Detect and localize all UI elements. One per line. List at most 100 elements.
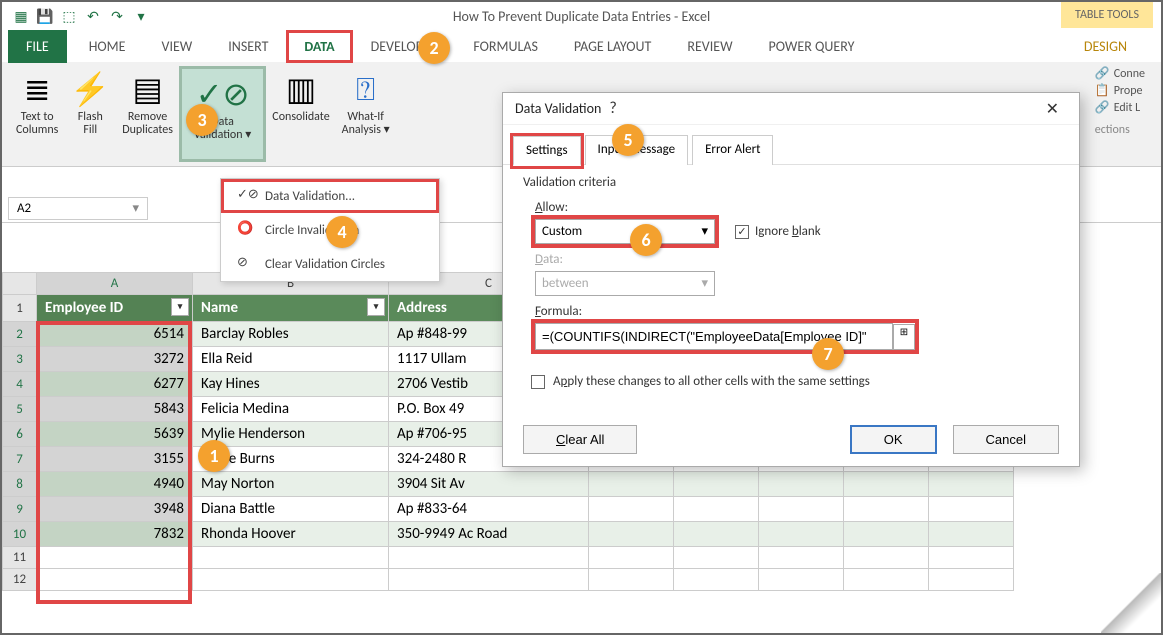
cell-id[interactable]: 4940 xyxy=(37,472,193,497)
cell-name[interactable]: Barclay Robles xyxy=(193,322,389,347)
text-to-columns-button[interactable]: ≣ Text to Columns xyxy=(10,66,64,162)
empty-cell[interactable] xyxy=(389,569,589,591)
empty-cell[interactable] xyxy=(929,547,1014,569)
help-button[interactable]: ? xyxy=(601,99,624,118)
cell-id[interactable]: 3948 xyxy=(37,497,193,522)
cell-name[interactable]: Ella Reid xyxy=(193,347,389,372)
select-all-corner[interactable] xyxy=(3,273,37,295)
apply-to-all-checkbox[interactable]: Apply these changes to all other cells w… xyxy=(531,374,1059,389)
filter-button[interactable]: ▾ xyxy=(171,298,189,316)
ignore-blank-checkbox[interactable]: ✓ Ignore blank xyxy=(735,224,821,239)
properties-link[interactable]: 📋 Prope xyxy=(1095,83,1145,98)
empty-cell[interactable] xyxy=(37,569,193,591)
empty-cell[interactable] xyxy=(844,472,929,497)
file-tab[interactable]: FILE xyxy=(8,30,67,63)
qat-customize-icon[interactable]: ▾ xyxy=(132,7,150,25)
remove-duplicates-button[interactable]: ▤ Remove Duplicates xyxy=(116,66,179,162)
dialog-tab-settings[interactable]: Settings xyxy=(513,136,581,166)
cell-address[interactable]: 3904 Sit Av xyxy=(389,472,589,497)
cell-name[interactable]: Kay Hines xyxy=(193,372,389,397)
empty-cell[interactable] xyxy=(589,497,674,522)
column-header-A[interactable]: A xyxy=(37,273,193,295)
empty-cell[interactable] xyxy=(389,547,589,569)
cell-id[interactable]: 6277 xyxy=(37,372,193,397)
empty-cell[interactable] xyxy=(589,472,674,497)
undo-icon[interactable]: ↶ xyxy=(84,7,102,25)
empty-cell[interactable] xyxy=(674,497,759,522)
tab-home[interactable]: HOME xyxy=(71,30,144,63)
row-header-9[interactable]: 9 xyxy=(3,497,37,522)
row-header-4[interactable]: 4 xyxy=(3,372,37,397)
tab-view[interactable]: VIEW xyxy=(144,30,211,63)
tab-formulas[interactable]: FORMULAS xyxy=(455,30,556,63)
cell-id[interactable]: 6514 xyxy=(37,322,193,347)
cell-address[interactable]: Ap #833-64 xyxy=(389,497,589,522)
clear-all-button[interactable]: Clear All xyxy=(523,425,637,454)
tab-insert[interactable]: INSERT xyxy=(210,30,286,63)
row-header-2[interactable]: 2 xyxy=(3,322,37,347)
row-header-7[interactable]: 7 xyxy=(3,447,37,472)
data-validation-menu-item[interactable]: ✓⊘ Data Validation... xyxy=(221,179,439,213)
cell-id[interactable]: 5843 xyxy=(37,397,193,422)
row-header-3[interactable]: 3 xyxy=(3,347,37,372)
row-header-12[interactable]: 12 xyxy=(3,569,37,591)
empty-cell[interactable] xyxy=(674,569,759,591)
allow-select[interactable]: Custom ▾ xyxy=(535,219,715,244)
empty-cell[interactable] xyxy=(844,522,929,547)
empty-cell[interactable] xyxy=(929,497,1014,522)
empty-cell[interactable] xyxy=(759,522,844,547)
empty-cell[interactable] xyxy=(674,522,759,547)
empty-cell[interactable] xyxy=(844,569,929,591)
cell-name[interactable]: Felicia Medina xyxy=(193,397,389,422)
tab-page-layout[interactable]: PAGE LAYOUT xyxy=(556,30,669,63)
cell-address[interactable]: 350-9949 Ac Road xyxy=(389,522,589,547)
empty-cell[interactable] xyxy=(759,569,844,591)
empty-cell[interactable] xyxy=(674,472,759,497)
empty-cell[interactable] xyxy=(589,547,674,569)
what-if-analysis-button[interactable]: ⍰ What-If Analysis ▾ xyxy=(336,66,396,162)
table-header-0[interactable]: Employee ID▾ xyxy=(37,295,193,322)
cancel-button[interactable]: Cancel xyxy=(953,425,1059,454)
row-header-6[interactable]: 6 xyxy=(3,422,37,447)
redo-icon[interactable]: ↷ xyxy=(108,7,126,25)
connections-link[interactable]: 🔗 Conne xyxy=(1095,66,1145,81)
empty-cell[interactable] xyxy=(844,497,929,522)
save-icon[interactable]: 💾 xyxy=(36,7,54,25)
close-button[interactable]: ✕ xyxy=(1038,99,1067,119)
chevron-down-icon[interactable]: ▾ xyxy=(132,201,139,216)
cell-name[interactable]: Rhonda Hoover xyxy=(193,522,389,547)
flash-fill-button[interactable]: ⚡ Flash Fill xyxy=(64,66,116,162)
empty-cell[interactable] xyxy=(759,497,844,522)
empty-cell[interactable] xyxy=(759,547,844,569)
empty-cell[interactable] xyxy=(589,569,674,591)
tab-review[interactable]: REVIEW xyxy=(669,30,750,63)
row-header-11[interactable]: 11 xyxy=(3,547,37,569)
tab-power-query[interactable]: POWER QUERY xyxy=(751,30,873,63)
empty-cell[interactable] xyxy=(193,569,389,591)
range-selector-button[interactable]: ⊞ xyxy=(893,324,915,350)
dialog-titlebar[interactable]: Data Validation ? ✕ xyxy=(503,93,1079,125)
empty-cell[interactable] xyxy=(589,522,674,547)
cell-id[interactable]: 3155 xyxy=(37,447,193,472)
cell-name[interactable]: May Norton xyxy=(193,472,389,497)
ok-button[interactable]: OK xyxy=(850,425,937,454)
empty-cell[interactable] xyxy=(37,547,193,569)
cell-id[interactable]: 5639 xyxy=(37,422,193,447)
empty-cell[interactable] xyxy=(844,547,929,569)
row-header-1[interactable]: 1 xyxy=(3,295,37,322)
tab-design[interactable]: DESIGN xyxy=(1066,30,1145,63)
empty-cell[interactable] xyxy=(929,569,1014,591)
empty-cell[interactable] xyxy=(193,547,389,569)
row-header-8[interactable]: 8 xyxy=(3,472,37,497)
name-box[interactable]: A2 ▾ xyxy=(8,197,148,220)
cell-id[interactable]: 3272 xyxy=(37,347,193,372)
row-header-10[interactable]: 10 xyxy=(3,522,37,547)
tab-data[interactable]: DATA xyxy=(286,30,352,63)
empty-cell[interactable] xyxy=(929,522,1014,547)
consolidate-button[interactable]: ▥ Consolidate xyxy=(266,66,335,162)
edit-links-link[interactable]: 🔗 Edit L xyxy=(1095,100,1145,115)
empty-cell[interactable] xyxy=(759,472,844,497)
dialog-tab-error-alert[interactable]: Error Alert xyxy=(692,135,773,165)
clear-validation-circles-menu-item[interactable]: ⊘ Clear Validation Circles xyxy=(221,247,439,281)
empty-cell[interactable] xyxy=(674,547,759,569)
